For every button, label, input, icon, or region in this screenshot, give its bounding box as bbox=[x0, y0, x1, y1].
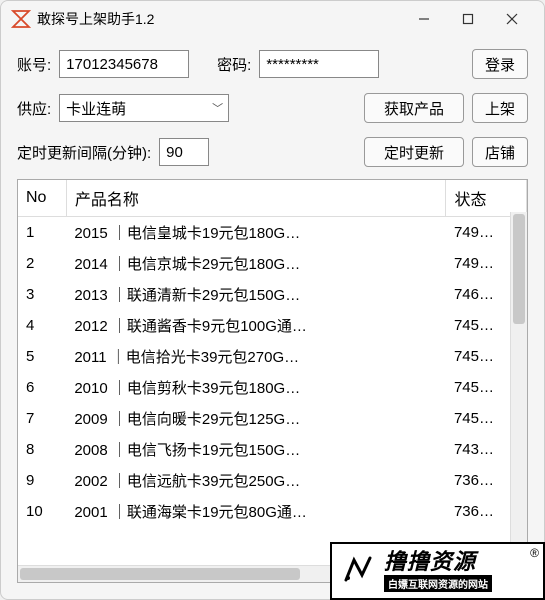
header-no[interactable]: No bbox=[18, 180, 66, 217]
cell-no: 6 bbox=[18, 372, 66, 403]
table-row[interactable]: 82008 ｜电信飞扬卡19元包150G…743… bbox=[18, 434, 527, 465]
maximize-button[interactable] bbox=[446, 4, 490, 34]
horizontal-scroll-thumb[interactable] bbox=[20, 568, 300, 580]
titlebar: 敢探号上架助手1.2 bbox=[1, 1, 544, 37]
row-credentials: 账号: 密码: 登录 bbox=[17, 49, 528, 79]
table-row[interactable]: 12015 ｜电信皇城卡19元包180G…749… bbox=[18, 217, 527, 249]
supplier-value: 卡业连萌 bbox=[59, 94, 229, 122]
cell-name: 2008 ｜电信飞扬卡19元包150G… bbox=[66, 434, 446, 465]
shop-button[interactable]: 店铺 bbox=[472, 137, 528, 167]
chevron-down-icon: ﹀ bbox=[212, 100, 223, 116]
product-table: No 产品名称 状态 12015 ｜电信皇城卡19元包180G…749…2201… bbox=[18, 180, 527, 527]
window-title: 敢探号上架助手1.2 bbox=[37, 9, 402, 29]
table-row[interactable]: 42012 ｜联通酱香卡9元包100G通…745… bbox=[18, 310, 527, 341]
password-input[interactable] bbox=[259, 50, 379, 78]
timer-update-button[interactable]: 定时更新 bbox=[364, 137, 464, 167]
supplier-select[interactable]: 卡业连萌 ﹀ bbox=[59, 94, 229, 122]
table-row[interactable]: 72009 ｜电信向暖卡29元包125G…745… bbox=[18, 403, 527, 434]
cell-no: 7 bbox=[18, 403, 66, 434]
cell-name: 2002 ｜电信远航卡39元包250G… bbox=[66, 465, 446, 496]
row-supplier: 供应: 卡业连萌 ﹀ 获取产品 上架 bbox=[17, 93, 528, 123]
cell-no: 3 bbox=[18, 279, 66, 310]
header-name[interactable]: 产品名称 bbox=[66, 180, 446, 217]
password-label: 密码: bbox=[217, 54, 251, 75]
close-button[interactable] bbox=[490, 4, 534, 34]
cell-name: 2015 ｜电信皇城卡19元包180G… bbox=[66, 217, 446, 249]
supplier-label: 供应: bbox=[17, 98, 51, 119]
table-header-row: No 产品名称 状态 bbox=[18, 180, 527, 217]
window-controls bbox=[402, 4, 534, 34]
cell-no: 1 bbox=[18, 217, 66, 249]
app-window: 敢探号上架助手1.2 账号: 密码: 登录 供应: 卡业连萌 bbox=[0, 0, 545, 600]
cell-no: 5 bbox=[18, 341, 66, 372]
product-table-container: No 产品名称 状态 12015 ｜电信皇城卡19元包180G…749…2201… bbox=[17, 179, 528, 583]
table-row[interactable]: 92002 ｜电信远航卡39元包250G…736… bbox=[18, 465, 527, 496]
form-area: 账号: 密码: 登录 供应: 卡业连萌 ﹀ 获取产品 上架 定时更新间隔(分钟)… bbox=[1, 37, 544, 179]
table-row[interactable]: 62010 ｜电信剪秋卡39元包180G…745… bbox=[18, 372, 527, 403]
cell-no: 4 bbox=[18, 310, 66, 341]
watermark-sub: 白嫖互联网资源的网站 bbox=[384, 575, 492, 592]
app-icon bbox=[11, 9, 31, 29]
watermark-text: 撸撸资源 白嫖互联网资源的网站 bbox=[384, 551, 492, 592]
fetch-products-button[interactable]: 获取产品 bbox=[364, 93, 464, 123]
registered-icon: ® bbox=[530, 546, 539, 560]
table-row[interactable]: 102001 ｜联通海棠卡19元包80G通…736… bbox=[18, 496, 527, 527]
cell-no: 9 bbox=[18, 465, 66, 496]
account-label: 账号: bbox=[17, 54, 51, 75]
vertical-scroll-thumb[interactable] bbox=[513, 214, 525, 324]
cell-name: 2011 ｜电信拾光卡39元包270G… bbox=[66, 341, 446, 372]
account-input[interactable] bbox=[59, 50, 189, 78]
publish-button[interactable]: 上架 bbox=[472, 93, 528, 123]
cell-name: 2014 ｜电信京城卡29元包180G… bbox=[66, 248, 446, 279]
interval-label: 定时更新间隔(分钟): bbox=[17, 142, 151, 163]
minimize-button[interactable] bbox=[402, 4, 446, 34]
table-row[interactable]: 52011 ｜电信拾光卡39元包270G…745… bbox=[18, 341, 527, 372]
table-row[interactable]: 22014 ｜电信京城卡29元包180G…749… bbox=[18, 248, 527, 279]
cell-no: 2 bbox=[18, 248, 66, 279]
vertical-scrollbar[interactable] bbox=[510, 212, 527, 564]
cell-name: 2012 ｜联通酱香卡9元包100G通… bbox=[66, 310, 446, 341]
watermark-icon bbox=[338, 550, 378, 593]
cell-name: 2013 ｜联通清新卡29元包150G… bbox=[66, 279, 446, 310]
row-timer: 定时更新间隔(分钟): 定时更新 店铺 bbox=[17, 137, 528, 167]
cell-name: 2010 ｜电信剪秋卡39元包180G… bbox=[66, 372, 446, 403]
interval-input[interactable] bbox=[159, 138, 209, 166]
watermark-badge: 撸撸资源 白嫖互联网资源的网站 ® bbox=[330, 542, 545, 600]
watermark-main: 撸撸资源 bbox=[384, 551, 492, 573]
table-row[interactable]: 32013 ｜联通清新卡29元包150G…746… bbox=[18, 279, 527, 310]
cell-no: 10 bbox=[18, 496, 66, 527]
cell-name: 2009 ｜电信向暖卡29元包125G… bbox=[66, 403, 446, 434]
cell-name: 2001 ｜联通海棠卡19元包80G通… bbox=[66, 496, 446, 527]
login-button[interactable]: 登录 bbox=[472, 49, 528, 79]
cell-no: 8 bbox=[18, 434, 66, 465]
